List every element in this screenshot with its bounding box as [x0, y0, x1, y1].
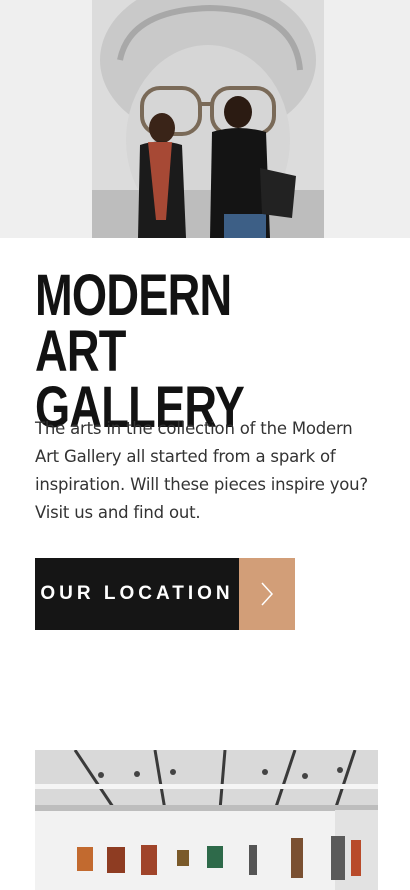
chevron-right-icon[interactable] — [239, 558, 295, 630]
gallery-interior-image — [35, 750, 378, 890]
our-location-button[interactable]: OUR LOCATION — [35, 558, 295, 630]
page-title: MODERN ART GALLERY — [35, 263, 316, 437]
cta-label[interactable]: OUR LOCATION — [35, 558, 239, 630]
hero-image — [0, 0, 410, 238]
title-line-1: MODERN — [35, 263, 232, 328]
intro-paragraph: The arts in the collection of the Modern… — [35, 419, 368, 522]
